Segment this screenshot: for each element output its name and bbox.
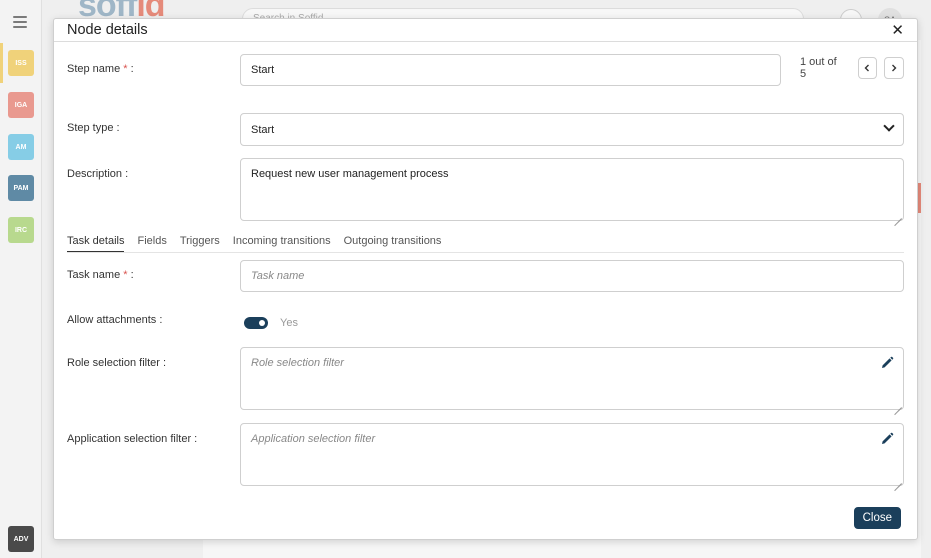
- step-type-value: Start: [251, 123, 275, 136]
- allow-attachments-label: Allow attachments :: [67, 314, 163, 326]
- role-filter-label: Role selection filter :: [67, 357, 167, 369]
- node-tabs: Task details Fields Triggers Incoming tr…: [67, 235, 904, 253]
- dialog-header: Node details ✕: [54, 19, 917, 42]
- node-pager: 1 out of 5: [800, 56, 904, 80]
- app-filter-row: Application selection filter : Applicati…: [67, 423, 904, 486]
- step-name-label: Step name * :: [67, 63, 134, 75]
- role-filter-row: Role selection filter : Role selection f…: [67, 347, 904, 410]
- chevron-left-icon: [864, 64, 870, 72]
- tab-outgoing-transitions[interactable]: Outgoing transitions: [344, 235, 442, 252]
- task-name-row: Task name * : Task name: [67, 260, 904, 292]
- description-label: Description :: [67, 168, 129, 180]
- tab-triggers[interactable]: Triggers: [180, 235, 220, 252]
- description-value: Request new user management process: [251, 168, 449, 180]
- previous-node-button[interactable]: [857, 57, 878, 79]
- role-filter-textarea[interactable]: Role selection filter: [240, 347, 904, 410]
- left-rail: ISS IGA AM PAM IRC ADV: [0, 0, 42, 558]
- menu-icon[interactable]: [13, 16, 27, 28]
- tab-fields[interactable]: Fields: [137, 235, 166, 252]
- role-filter-placeholder: Role selection filter: [251, 357, 344, 369]
- close-icon[interactable]: ✕: [891, 23, 904, 38]
- resize-handle-icon[interactable]: [894, 211, 902, 219]
- task-name-input[interactable]: Task name: [240, 260, 904, 292]
- tab-task-details[interactable]: Task details: [67, 235, 125, 252]
- next-node-button[interactable]: [884, 57, 904, 79]
- description-row: Description : Request new user managemen…: [67, 158, 904, 221]
- module-adv[interactable]: ADV: [8, 526, 34, 552]
- chevron-down-icon: [883, 120, 895, 132]
- dialog-title: Node details: [67, 22, 148, 38]
- app-filter-placeholder: Application selection filter: [251, 433, 376, 445]
- close-button[interactable]: Close: [853, 507, 901, 529]
- step-name-input[interactable]: Start: [240, 54, 781, 86]
- app-filter-textarea[interactable]: Application selection filter: [240, 423, 904, 486]
- module-irc[interactable]: IRC: [8, 217, 34, 243]
- app-filter-label: Application selection filter :: [67, 433, 198, 445]
- edit-pencil-icon[interactable]: [880, 432, 894, 446]
- allow-attachments-row: Allow attachments : Yes: [67, 313, 904, 333]
- step-type-select[interactable]: Start: [240, 113, 904, 146]
- module-iss[interactable]: ISS: [8, 50, 34, 76]
- task-name-label: Task name * :: [67, 269, 134, 281]
- step-name-row: Step name * : Start 1 out of 5: [67, 54, 904, 86]
- allow-attachments-value: Yes: [280, 317, 298, 329]
- tab-incoming-transitions[interactable]: Incoming transitions: [233, 235, 331, 252]
- step-type-label: Step type :: [67, 122, 120, 134]
- edit-pencil-icon[interactable]: [880, 356, 894, 370]
- step-type-row: Step type : Start: [67, 113, 904, 146]
- node-details-dialog: Node details ✕ Step name * : Start 1 out…: [53, 18, 918, 540]
- module-iga[interactable]: IGA: [8, 92, 34, 118]
- active-module-indicator: [0, 43, 3, 83]
- resize-handle-icon[interactable]: [894, 476, 902, 484]
- allow-attachments-toggle[interactable]: [244, 317, 268, 329]
- module-pam[interactable]: PAM: [8, 175, 34, 201]
- resize-handle-icon[interactable]: [894, 400, 902, 408]
- module-am[interactable]: AM: [8, 134, 34, 160]
- pager-count: 1 out of 5: [800, 56, 837, 80]
- chevron-right-icon: [892, 64, 897, 72]
- description-textarea[interactable]: Request new user management process: [240, 158, 904, 221]
